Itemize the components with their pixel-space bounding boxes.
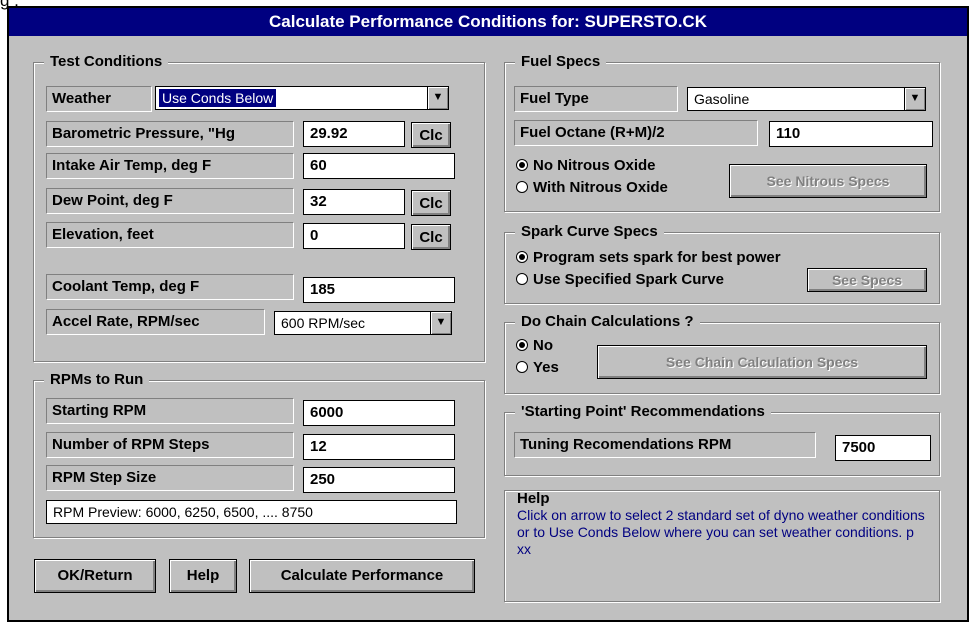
- starting-rpm-label: Starting RPM: [46, 398, 294, 424]
- weather-label: Weather: [46, 86, 152, 112]
- no-nitrous-label: No Nitrous Oxide: [533, 157, 656, 174]
- intake-air-input[interactable]: 60: [303, 153, 455, 179]
- fuel-octane-label: Fuel Octane (R+M)/2: [514, 120, 758, 146]
- help-button[interactable]: Help: [169, 559, 237, 593]
- dew-point-label: Dew Point, deg F: [46, 188, 294, 214]
- coolant-label: Coolant Temp, deg F: [46, 274, 294, 300]
- group-title: RPMs to Run: [44, 371, 150, 389]
- starting-rpm-input[interactable]: 6000: [303, 400, 455, 426]
- group-title: 'Starting Point' Recommendations: [515, 403, 771, 421]
- accel-select[interactable]: 600 RPM/sec ▼: [274, 311, 452, 335]
- chain-yes-label: Yes: [533, 359, 559, 376]
- dropdown-arrow-icon[interactable]: ▼: [430, 312, 451, 334]
- weather-select[interactable]: Use Conds Below ▼: [155, 86, 449, 110]
- intake-air-label: Intake Air Temp, deg F: [46, 153, 294, 179]
- group-title: Do Chain Calculations ?: [515, 313, 700, 331]
- elevation-calc-button[interactable]: Clc: [411, 224, 451, 250]
- weather-select-value: Use Conds Below: [159, 89, 277, 107]
- dew-point-calc-button[interactable]: Clc: [411, 190, 451, 216]
- tuning-rpm-label: Tuning Recomendations RPM: [514, 432, 816, 458]
- group-title: Test Conditions: [44, 53, 169, 71]
- fuel-type-select[interactable]: Gasoline ▼: [687, 87, 926, 111]
- dialog-title: Calculate Performance Conditions for: SU…: [9, 8, 967, 36]
- see-nitrous-specs-button[interactable]: See Nitrous Specs: [729, 164, 927, 198]
- with-nitrous-label: With Nitrous Oxide: [533, 179, 668, 196]
- use-specified-spark-radio[interactable]: Use Specified Spark Curve: [516, 270, 724, 290]
- help-text: Click on arrow to select 2 standard set …: [517, 507, 925, 557]
- use-specified-spark-label: Use Specified Spark Curve: [533, 271, 724, 288]
- accel-select-value: 600 RPM/sec: [281, 315, 366, 331]
- radio-icon: [516, 339, 528, 351]
- chain-yes-radio[interactable]: Yes: [516, 358, 559, 378]
- dew-point-input[interactable]: 32: [303, 189, 405, 215]
- rpm-step-size-label: RPM Step Size: [46, 465, 294, 491]
- no-nitrous-radio[interactable]: No Nitrous Oxide: [516, 156, 656, 176]
- barometric-label: Barometric Pressure, "Hg: [46, 121, 294, 147]
- barometric-calc-button[interactable]: Clc: [411, 122, 451, 148]
- calculate-performance-button[interactable]: Calculate Performance: [249, 559, 475, 593]
- rpm-preview: RPM Preview: 6000, 6250, 6500, .... 8750: [46, 500, 457, 524]
- performance-conditions-dialog: Calculate Performance Conditions for: SU…: [7, 6, 969, 622]
- radio-icon: [516, 251, 528, 263]
- radio-icon: [516, 181, 528, 193]
- see-spark-specs-button[interactable]: See Specs: [807, 268, 927, 292]
- group-title: Spark Curve Specs: [515, 223, 664, 241]
- radio-icon: [516, 361, 528, 373]
- radio-icon: [516, 273, 528, 285]
- elevation-input[interactable]: 0: [303, 223, 405, 249]
- fuel-type-label: Fuel Type: [514, 86, 678, 112]
- rpm-steps-label: Number of RPM Steps: [46, 432, 294, 458]
- elevation-label: Elevation, feet: [46, 222, 294, 248]
- accel-label: Accel Rate, RPM/sec: [46, 309, 265, 335]
- coolant-input[interactable]: 185: [303, 277, 455, 303]
- group-title: Fuel Specs: [515, 53, 607, 71]
- program-sets-spark-label: Program sets spark for best power: [533, 249, 781, 266]
- dropdown-arrow-icon[interactable]: ▼: [427, 87, 448, 109]
- radio-icon: [516, 159, 528, 171]
- dropdown-arrow-icon[interactable]: ▼: [904, 88, 925, 110]
- ok-return-button[interactable]: OK/Return: [34, 559, 156, 593]
- fuel-type-value: Gasoline: [694, 91, 750, 107]
- with-nitrous-radio[interactable]: With Nitrous Oxide: [516, 178, 668, 198]
- help-title: Help: [517, 490, 550, 507]
- program-sets-spark-radio[interactable]: Program sets spark for best power: [516, 248, 781, 268]
- see-chain-specs-button[interactable]: See Chain Calculation Specs: [597, 345, 927, 379]
- chain-no-label: No: [533, 337, 553, 354]
- fuel-octane-input[interactable]: 110: [769, 121, 933, 147]
- barometric-input[interactable]: 29.92: [303, 121, 405, 147]
- rpm-steps-input[interactable]: 12: [303, 434, 455, 460]
- chain-no-radio[interactable]: No: [516, 336, 553, 356]
- rpm-step-size-input[interactable]: 250: [303, 467, 455, 493]
- tuning-rpm-input[interactable]: 7500: [835, 435, 931, 461]
